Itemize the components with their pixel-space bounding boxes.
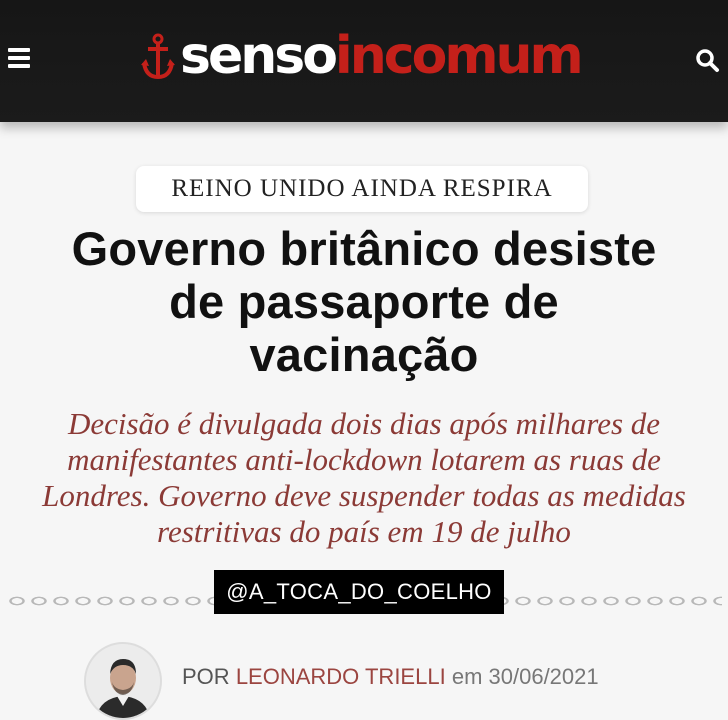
subhead-line: Londres. Governo deve suspender todas as… bbox=[42, 478, 686, 513]
top-navigation-bar: senso incomum bbox=[0, 0, 728, 122]
article-byline: POR LEONARDO TRIELLI em 30/06/2021 bbox=[182, 664, 599, 692]
search-icon[interactable] bbox=[694, 47, 720, 73]
byline-connector: em bbox=[451, 664, 483, 689]
hamburger-menu-icon[interactable] bbox=[8, 48, 30, 70]
subhead-line: Decisão é divulgada dois dias após milha… bbox=[67, 406, 661, 441]
headline-line: Governo britânico desiste bbox=[71, 222, 657, 275]
logo-text-incomum: incomum bbox=[334, 26, 584, 86]
author-avatar[interactable] bbox=[86, 644, 160, 718]
article-headline: Governo britânico desiste de passaporte … bbox=[20, 222, 708, 381]
publish-date: 30/06/2021 bbox=[488, 664, 599, 689]
headline-line: vacinação bbox=[249, 328, 479, 381]
author-link[interactable]: LEONARDO TRIELLI bbox=[236, 664, 446, 689]
anchor-icon bbox=[141, 33, 175, 80]
subhead-line: restritivas do país em 19 de julho bbox=[157, 514, 571, 549]
subhead-line: manifestantes anti-lockdown lotarem as r… bbox=[67, 442, 661, 477]
site-logo[interactable]: senso incomum bbox=[140, 26, 584, 86]
headline-line: de passaporte de bbox=[169, 275, 559, 328]
author-portrait-icon bbox=[86, 644, 160, 718]
article-subheadline: Decisão é divulgada dois dias após milha… bbox=[24, 406, 704, 550]
article-kicker-label: REINO UNIDO AINDA RESPIRA bbox=[136, 166, 588, 212]
logo-text-senso: senso bbox=[180, 26, 338, 86]
byline-prefix: POR bbox=[182, 664, 230, 689]
watermark-handle-badge: @A_TOCA_DO_COELHO bbox=[214, 570, 504, 614]
